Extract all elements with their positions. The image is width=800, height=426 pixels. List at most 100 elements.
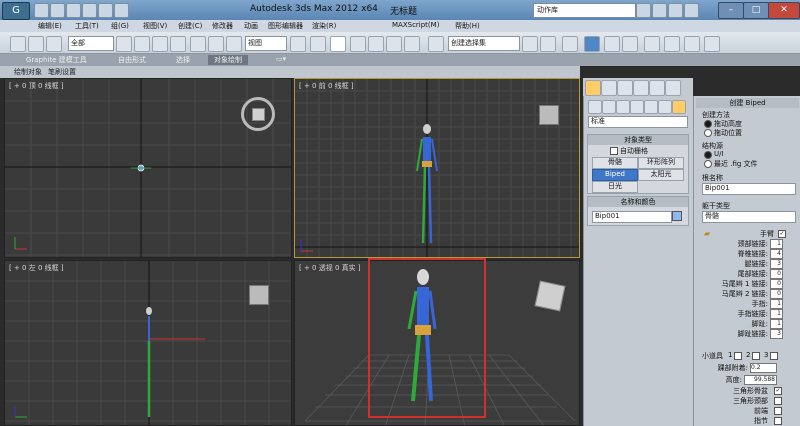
menu-modifiers[interactable]: 修改器 <box>212 21 233 31</box>
menu-graph-editors[interactable]: 图形编辑器 <box>268 21 303 31</box>
unlink-icon[interactable] <box>28 36 44 52</box>
reference-coordinate-dropdown[interactable]: 视图 <box>245 36 287 51</box>
create-tab-icon[interactable] <box>585 80 601 96</box>
viewcube-left[interactable] <box>249 285 269 305</box>
modify-tab-icon[interactable] <box>601 80 617 96</box>
menu-edit[interactable]: 编辑(E) <box>38 21 62 31</box>
prop-1-checkbox[interactable] <box>734 352 742 360</box>
param-value[interactable]: 1 <box>770 319 783 329</box>
param-value[interactable]: 1 <box>770 299 783 309</box>
select-object-icon[interactable] <box>116 36 132 52</box>
angle-snap-icon[interactable] <box>368 36 384 52</box>
space-warps-icon[interactable] <box>658 100 672 114</box>
arms-checkbox[interactable]: ✓ <box>778 230 786 238</box>
drag-height-radio[interactable] <box>704 120 712 128</box>
viewport-label-left[interactable]: [ + 0 左 0 线框 ] <box>9 263 64 273</box>
tab-selection[interactable]: 选择 <box>176 55 190 65</box>
shapes-icon[interactable] <box>602 100 616 114</box>
window-crossing-icon[interactable] <box>170 36 186 52</box>
object-color-swatch[interactable] <box>672 211 682 221</box>
select-by-name-icon[interactable] <box>134 36 150 52</box>
rotate-icon[interactable] <box>208 36 224 52</box>
hierarchy-tab-icon[interactable] <box>617 80 633 96</box>
mirror-icon[interactable] <box>522 36 538 52</box>
param-value[interactable]: 0 <box>770 289 783 299</box>
project-folder-icon[interactable] <box>114 3 129 18</box>
menu-views[interactable]: 视图(V) <box>143 21 167 31</box>
forefeet-checkbox[interactable] <box>774 407 782 415</box>
binoculars-icon[interactable] <box>636 3 651 18</box>
curve-editor-icon[interactable] <box>604 36 620 52</box>
bind-space-warp-icon[interactable] <box>46 36 62 52</box>
graphite-toggle-icon[interactable] <box>584 36 600 52</box>
ankle-attach-value[interactable]: 0.2 <box>750 363 777 373</box>
motion-tab-icon[interactable] <box>633 80 649 96</box>
systems-icon[interactable] <box>672 100 686 114</box>
maximize-button[interactable]: □ <box>743 2 769 19</box>
layer-manager-icon[interactable] <box>562 36 578 52</box>
param-value[interactable]: 3 <box>770 259 783 269</box>
move-icon[interactable] <box>190 36 206 52</box>
sunlight-button[interactable]: 太阳光 <box>638 169 684 181</box>
scale-icon[interactable] <box>226 36 242 52</box>
category-dropdown[interactable]: 标准 <box>588 116 688 128</box>
communication-center-icon[interactable] <box>652 3 667 18</box>
menu-create[interactable]: 创建(C) <box>178 21 202 31</box>
param-value[interactable]: 0 <box>770 279 783 289</box>
ring-array-button[interactable]: 环形阵列 <box>638 157 684 169</box>
param-value[interactable]: 0 <box>770 269 783 279</box>
create-biped-header[interactable]: 创建 Biped <box>696 98 799 108</box>
bones-button[interactable]: 骨骼 <box>592 157 638 169</box>
redo-icon[interactable] <box>98 3 113 18</box>
ribbon-brush-settings[interactable]: 笔刷设置 <box>48 67 76 77</box>
root-name-input[interactable]: Bip001 <box>702 183 796 195</box>
app-logo-icon[interactable]: G <box>2 2 30 20</box>
select-link-icon[interactable] <box>10 36 26 52</box>
menu-help[interactable]: 帮助(H) <box>455 21 480 31</box>
lights-icon[interactable] <box>616 100 630 114</box>
save-file-icon[interactable] <box>66 3 81 18</box>
menu-tools[interactable]: 工具(T) <box>75 21 99 31</box>
keyboard-shortcut-override-icon[interactable] <box>330 36 346 52</box>
viewcube-top[interactable] <box>241 97 275 131</box>
cameras-icon[interactable] <box>630 100 644 114</box>
search-input[interactable]: 动作库 <box>533 3 636 18</box>
viewcube-front[interactable] <box>539 105 559 125</box>
viewport-label-front[interactable]: [ + 0 前 0 线框 ] <box>299 81 354 91</box>
geometry-icon[interactable] <box>588 100 602 114</box>
biped-button[interactable]: Biped <box>592 169 638 181</box>
percent-snap-icon[interactable] <box>386 36 402 52</box>
favorites-star-icon[interactable] <box>668 3 683 18</box>
tab-graphite-modeling[interactable]: Graphite 建模工具 <box>26 55 87 65</box>
material-editor-icon[interactable] <box>644 36 660 52</box>
new-file-icon[interactable] <box>34 3 49 18</box>
viewport-label-perspective[interactable]: [ + 0 透视 0 真实 ] <box>299 263 361 273</box>
ribbon-options-icon[interactable]: ▭▾ <box>276 55 286 63</box>
edit-named-selection-icon[interactable] <box>428 36 444 52</box>
triangle-pelvis-checkbox[interactable]: ✓ <box>774 387 782 395</box>
selection-filter-dropdown[interactable]: 全部 <box>68 36 114 51</box>
autogrid-checkbox[interactable] <box>610 147 618 155</box>
viewcube-perspective[interactable] <box>534 280 566 312</box>
select-manipulate-icon[interactable] <box>310 36 326 52</box>
minimize-button[interactable]: – <box>718 2 744 19</box>
helpers-icon[interactable] <box>644 100 658 114</box>
prop-3-checkbox[interactable] <box>770 352 778 360</box>
rectangular-selection-icon[interactable] <box>152 36 168 52</box>
render-setup-icon[interactable] <box>664 36 680 52</box>
param-value[interactable]: 4 <box>770 249 783 259</box>
viewport-left[interactable]: [ + 0 左 0 线框 ] <box>4 260 292 426</box>
menu-maxscript[interactable]: MAXScript(M) <box>392 21 439 29</box>
undo-icon[interactable] <box>82 3 97 18</box>
object-name-input[interactable]: Bip001 <box>592 211 672 223</box>
daylight-button[interactable]: 日光 <box>592 181 638 193</box>
param-value[interactable]: 1 <box>770 309 783 319</box>
menu-group[interactable]: 组(G) <box>111 21 129 31</box>
tab-freeform[interactable]: 自由形式 <box>118 55 146 65</box>
named-selection-dropdown[interactable]: 创建选择集 <box>448 36 520 51</box>
open-file-icon[interactable] <box>50 3 65 18</box>
drag-position-radio[interactable] <box>704 129 712 137</box>
display-tab-icon[interactable] <box>649 80 665 96</box>
param-value[interactable]: 3 <box>770 329 783 339</box>
param-value[interactable]: 1 <box>770 239 783 249</box>
